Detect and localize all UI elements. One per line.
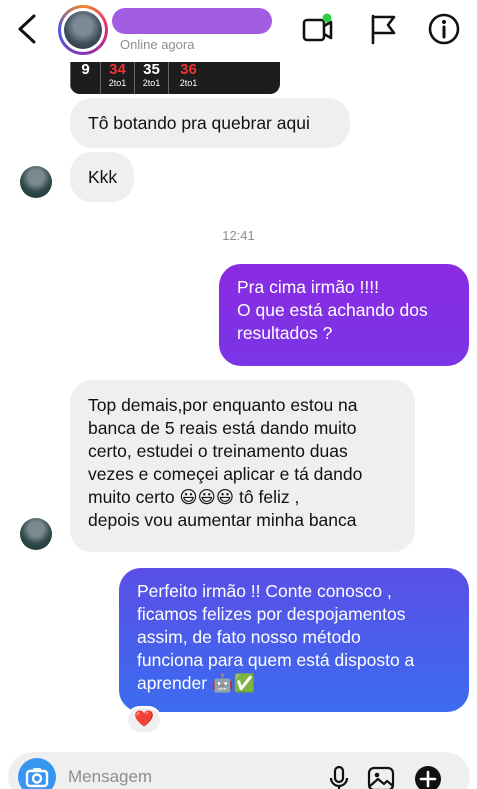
- roulette-cell: 9: [70, 62, 100, 94]
- message-line: aprender 🤖✅: [137, 673, 256, 693]
- received-message-bubble[interactable]: Top demais,por enquanto estou na banca d…: [70, 380, 415, 552]
- message-line: Top demais,por enquanto estou na: [88, 395, 358, 415]
- message-text: Kkk: [88, 167, 118, 187]
- roulette-cell: 34 2to1: [100, 62, 134, 94]
- roulette-number: 34: [109, 62, 126, 78]
- info-icon[interactable]: [427, 12, 461, 46]
- plus-circle-icon[interactable]: [413, 764, 443, 789]
- message-line: muito certo 😃😃😃 tô feliz ,: [88, 487, 300, 507]
- received-message-bubble[interactable]: Tô botando pra quebrar aqui: [70, 98, 350, 148]
- sent-message-bubble[interactable]: Perfeito irmão !! Conte conosco , ficamo…: [119, 568, 469, 712]
- roulette-number: 36: [180, 62, 197, 78]
- sender-avatar[interactable]: [20, 166, 52, 198]
- timestamp: 12:41: [222, 228, 255, 243]
- contact-name-redacted[interactable]: [112, 8, 272, 34]
- message-line: Pra cima irmão !!!!: [237, 277, 379, 297]
- roulette-label: 2to1: [108, 78, 127, 88]
- message-line: ficamos felizes por despojamentos: [137, 604, 406, 624]
- heart-reaction[interactable]: ❤️: [126, 706, 162, 734]
- roulette-number: 35: [143, 62, 160, 78]
- message-line: funciona para quem está disposto a: [137, 650, 415, 670]
- message-input[interactable]: [68, 764, 268, 789]
- message-line: Perfeito irmão !! Conte conosco ,: [137, 581, 392, 601]
- chat-header: Online agora: [0, 0, 477, 62]
- roulette-label: 2to1: [142, 78, 161, 88]
- contact-avatar[interactable]: [58, 5, 108, 55]
- message-line: assim, de fato nosso método: [137, 627, 361, 647]
- video-call-icon[interactable]: [300, 12, 334, 46]
- contact-status: Online agora: [120, 37, 195, 52]
- microphone-icon[interactable]: [324, 764, 354, 789]
- roulette-cell: 36 2to1: [168, 62, 208, 94]
- message-line: O que está achando dos: [237, 300, 428, 320]
- roulette-cell: 35 2to1: [134, 62, 168, 94]
- roulette-number: 9: [81, 62, 90, 78]
- shared-image-preview[interactable]: 9 34 2to1 35 2to1 36 2to1: [70, 62, 280, 94]
- camera-icon[interactable]: [18, 758, 56, 789]
- message-line: vezes e começei aplicar e tá dando: [88, 464, 363, 484]
- sent-message-bubble[interactable]: Pra cima irmão !!!! O que está achando d…: [219, 264, 469, 366]
- flag-icon[interactable]: [366, 12, 400, 46]
- sender-avatar[interactable]: [20, 518, 52, 550]
- roulette-label: 2to1: [179, 78, 198, 88]
- message-text: Tô botando pra quebrar aqui: [88, 113, 310, 133]
- gallery-icon[interactable]: [366, 764, 396, 789]
- message-line: banca de 5 reais está dando muito: [88, 418, 357, 438]
- chevron-left-icon[interactable]: [14, 12, 42, 46]
- message-line: depois vou aumentar minha banca: [88, 510, 357, 530]
- message-thread: 9 34 2to1 35 2to1 36 2to1 Tô botando pra…: [0, 62, 477, 752]
- message-composer: [8, 752, 470, 789]
- message-line: certo, estudei o treinamento duas: [88, 441, 348, 461]
- message-line: resultados ?: [237, 323, 333, 343]
- received-message-bubble[interactable]: Kkk: [70, 152, 134, 202]
